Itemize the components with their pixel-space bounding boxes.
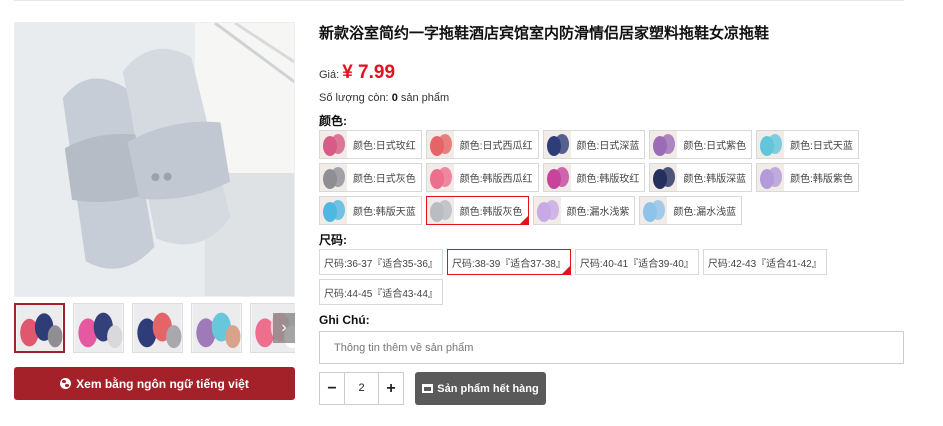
color-option[interactable]: 颜色:日式紫色 <box>649 130 753 159</box>
translate-button[interactable]: Xem bằng ngôn ngữ tiếng việt <box>14 367 295 400</box>
color-swatch-image <box>320 131 347 158</box>
sold-out-button[interactable]: Sản phẩm hết hàng <box>415 372 546 405</box>
color-swatch-image <box>757 131 785 158</box>
color-option[interactable]: 颜色:日式西瓜红 <box>425 130 539 159</box>
sold-out-label: Sản phẩm hết hàng <box>437 382 539 395</box>
cart-icon <box>422 384 434 393</box>
selected-check-icon: ✓ <box>520 216 527 223</box>
stock-prefix: Số lượng còn: <box>319 92 389 104</box>
color-option-label: 颜色:韩版灰色 <box>459 207 523 218</box>
color-swatch-image <box>650 131 678 158</box>
quantity-decrease-button[interactable]: − <box>320 373 344 404</box>
thumbnail-strip: › <box>14 303 295 353</box>
stock-suffix: sản phẩm <box>400 92 450 104</box>
size-option[interactable]: 尺码:40-41『适合39-40』 <box>574 249 699 275</box>
size-option[interactable]: 尺码:42-43『适合41-42』 <box>702 249 827 275</box>
color-option-label: 颜色:日式紫色 <box>683 141 747 152</box>
size-options: 尺码:36-37『适合35-36』 尺码:38-39『适合37-38』 ✓ 尺码:40… <box>319 249 904 305</box>
main-product-image[interactable] <box>14 22 295 297</box>
quantity-increase-button[interactable]: + <box>379 373 403 404</box>
price-value: ¥ 7.99 <box>342 62 396 83</box>
product-gallery: › Xem bằng ngôn ngữ tiếng việt <box>14 22 295 400</box>
product-details: 新款浴室简约一字拖鞋酒店宾馆室内防滑情侣居家塑料拖鞋女凉拖鞋 Giá: ¥ 7.… <box>319 24 904 405</box>
color-option[interactable]: 颜色:日式玫红 <box>319 130 422 159</box>
quantity-stepper: − 2 + <box>319 372 404 405</box>
size-option-label: 尺码:40-41『适合39-40』 <box>579 258 694 270</box>
thumbnail-image <box>133 304 182 352</box>
thumbnail-next-arrow-icon[interactable]: › <box>273 313 295 343</box>
color-option-label: 颜色:韩版深蓝 <box>683 174 747 185</box>
color-option[interactable]: 颜色:韩版玫红 <box>542 163 646 192</box>
size-option-label: 尺码: <box>319 233 347 247</box>
slipper-photo <box>15 23 294 296</box>
color-option-label: 颜色:韩版紫色 <box>790 174 853 185</box>
stock-count: 0 <box>391 92 398 104</box>
color-swatch-image <box>426 131 454 158</box>
thumbnail-image <box>192 304 241 352</box>
color-swatch-image <box>640 197 668 224</box>
gallery-thumbnail[interactable] <box>191 303 242 353</box>
product-title: 新款浴室简约一字拖鞋酒店宾馆室内防滑情侣居家塑料拖鞋女凉拖鞋 <box>319 25 770 42</box>
thumbnail-image <box>74 304 123 352</box>
quantity-value[interactable]: 2 <box>344 373 379 404</box>
gallery-thumbnail[interactable] <box>132 303 183 353</box>
color-swatch-image <box>650 164 678 191</box>
color-option[interactable]: 颜色:韩版灰色 ✓ <box>425 196 529 225</box>
thumbnail-image <box>16 305 63 351</box>
color-swatch-image <box>426 164 454 191</box>
color-option-label: 颜色:日式灰色 <box>353 174 416 185</box>
color-option[interactable]: 颜色:日式天蓝 <box>756 130 859 159</box>
globe-icon <box>60 378 72 389</box>
color-option-label: 颜色:韩版玫红 <box>576 174 640 185</box>
color-option-label: 颜色:日式西瓜红 <box>459 141 533 152</box>
color-option-label: 颜色:日式天蓝 <box>790 141 853 152</box>
price-row: Giá: ¥ 7.99 <box>319 62 904 86</box>
size-option-label: 尺码:44-45『适合43-44』 <box>324 288 438 300</box>
color-option[interactable]: 颜色:漏水浅蓝 <box>639 196 743 225</box>
color-option[interactable]: 颜色:韩版天蓝 <box>319 196 422 225</box>
note-input[interactable] <box>319 331 904 364</box>
color-swatch-image <box>757 164 785 191</box>
color-options: 颜色:日式玫红 颜色:日式西瓜红 颜色:日式深蓝 颜色:日式紫色 颜色:日式天蓝颜色:日… <box>319 130 904 225</box>
size-option-label: 尺码:42-43『适合41-42』 <box>707 258 822 270</box>
color-option-label: 颜色:韩版西瓜红 <box>459 174 533 185</box>
purchase-row: − 2 + Sản phẩm hết hàng <box>319 372 904 405</box>
gallery-thumbnail[interactable] <box>14 303 65 353</box>
color-option[interactable]: 颜色:漏水浅紫 <box>532 196 636 225</box>
color-option-label: 颜色: <box>319 114 347 128</box>
stock-info: Số lượng còn: 0 sản phẩm <box>319 92 904 106</box>
color-option[interactable]: 颜色:韩版深蓝 <box>649 163 753 192</box>
note-label: Ghi Chú: <box>319 313 370 327</box>
color-swatch-image <box>426 197 454 224</box>
size-option[interactable]: 尺码:36-37『适合35-36』 <box>319 249 443 275</box>
color-option[interactable]: 颜色:韩版西瓜红 <box>425 163 539 192</box>
color-option-label: 颜色:日式深蓝 <box>576 141 640 152</box>
color-option-label: 颜色:漏水浅紫 <box>566 207 630 218</box>
translate-label: Xem bằng ngôn ngữ tiếng việt <box>76 376 249 391</box>
price-label: Giá: <box>319 69 340 81</box>
color-option-label: 颜色:日式玫红 <box>353 141 416 152</box>
size-option-label: 尺码:38-39『适合37-38』 <box>451 258 566 270</box>
color-option-label: 颜色:韩版天蓝 <box>353 207 416 218</box>
top-divider <box>14 0 904 1</box>
gallery-thumbnail[interactable] <box>73 303 124 353</box>
color-swatch-image <box>320 164 347 191</box>
selected-check-icon: ✓ <box>563 266 569 273</box>
color-option[interactable]: 颜色:韩版紫色 <box>756 163 859 192</box>
size-option[interactable]: 尺码:44-45『适合43-44』 <box>319 279 443 305</box>
color-swatch-image <box>543 131 571 158</box>
color-option[interactable]: 颜色:日式深蓝 <box>542 130 646 159</box>
size-option-label: 尺码:36-37『适合35-36』 <box>324 258 438 270</box>
color-swatch-image <box>320 197 347 224</box>
color-option[interactable]: 颜色:日式灰色 <box>319 163 422 192</box>
color-swatch-image <box>533 197 561 224</box>
color-swatch-image <box>543 164 571 191</box>
color-option-label: 颜色:漏水浅蓝 <box>673 207 737 218</box>
size-option[interactable]: 尺码:38-39『适合37-38』 ✓ <box>446 249 571 275</box>
